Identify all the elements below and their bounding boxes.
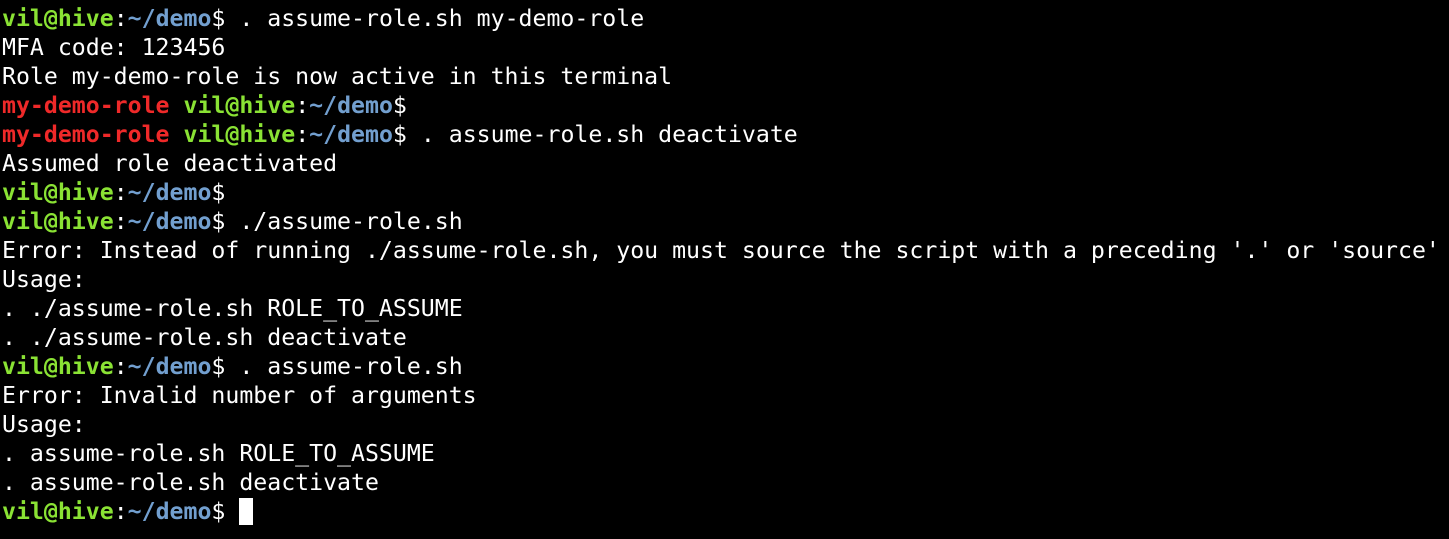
terminal-line: Role my-demo-role is now active in this … <box>2 62 1449 91</box>
prompt-user-host: vil@hive <box>2 353 114 380</box>
terminal-text: Error: Invalid number of arguments <box>2 382 477 409</box>
prompt-path: ~/demo <box>127 353 212 380</box>
terminal-line: Usage: <box>2 265 1449 294</box>
terminal-text: Usage: <box>2 411 86 438</box>
prompt-path: ~/demo <box>127 498 212 525</box>
prompt-user-host: vil@hive <box>183 92 296 119</box>
terminal-text: Error: Instead of running ./assume-role.… <box>2 237 1440 264</box>
terminal-line: Error: Invalid number of arguments <box>2 381 1449 410</box>
terminal-text: $ . assume-role.sh deactivate <box>392 121 798 148</box>
terminal-line: Assumed role deactivated <box>2 149 1449 178</box>
active-prompt-line[interactable]: vil@hive:~/demo$ <box>2 497 1449 526</box>
terminal-line: vil@hive:~/demo$ . assume-role.sh my-dem… <box>2 4 1449 33</box>
terminal-text: . assume-role.sh ROLE_TO_ASSUME <box>2 440 435 467</box>
terminal-text: : <box>113 353 128 380</box>
prompt-path: ~/demo <box>309 92 393 119</box>
prompt-user-host: vil@hive <box>2 498 114 525</box>
terminal-line: vil@hive:~/demo$ <box>2 178 1449 207</box>
terminal-text: : <box>113 208 128 235</box>
terminal-line: . ./assume-role.sh ROLE_TO_ASSUME <box>2 294 1449 323</box>
terminal-line: . assume-role.sh deactivate <box>2 468 1449 497</box>
terminal-text: : <box>113 5 128 32</box>
prompt-path: ~/demo <box>309 121 393 148</box>
terminal-text: MFA code: 123456 <box>2 34 226 61</box>
terminal-line: my-demo-role vil@hive:~/demo$ . assume-r… <box>2 120 1449 149</box>
text-cursor <box>239 498 254 525</box>
terminal-text: Role my-demo-role is now active in this … <box>2 63 673 90</box>
terminal-text: Usage: <box>2 266 86 293</box>
prompt-user-host: vil@hive <box>2 5 114 32</box>
terminal-line: Error: Instead of running ./assume-role.… <box>2 236 1449 265</box>
terminal-line: . ./assume-role.sh deactivate <box>2 323 1449 352</box>
terminal-line: vil@hive:~/demo$ ./assume-role.sh <box>2 207 1449 236</box>
terminal-line: Usage: <box>2 410 1449 439</box>
terminal-text: . ./assume-role.sh ROLE_TO_ASSUME <box>2 295 463 322</box>
prompt-user-host: vil@hive <box>183 121 296 148</box>
prompt-path: ~/demo <box>127 208 212 235</box>
terminal-text: $ <box>211 498 240 525</box>
terminal-text: $ . assume-role.sh <box>211 353 463 380</box>
terminal-text: : <box>295 92 310 119</box>
prompt-user-host: vil@hive <box>2 208 114 235</box>
terminal-text: : <box>295 121 310 148</box>
terminal-line: . assume-role.sh ROLE_TO_ASSUME <box>2 439 1449 468</box>
terminal-text: . ./assume-role.sh deactivate <box>2 324 407 351</box>
prompt-active-role: my-demo-role <box>2 92 170 119</box>
terminal-line: vil@hive:~/demo$ . assume-role.sh <box>2 352 1449 381</box>
terminal-text: $ ./assume-role.sh <box>211 208 463 235</box>
terminal-text: . assume-role.sh deactivate <box>2 469 379 496</box>
terminal-line: my-demo-role vil@hive:~/demo$ <box>2 91 1449 120</box>
terminal-output[interactable]: vil@hive:~/demo$ . assume-role.sh my-dem… <box>0 0 1449 539</box>
prompt-path: ~/demo <box>127 179 212 206</box>
terminal-line: MFA code: 123456 <box>2 33 1449 62</box>
terminal-text: $ <box>392 92 407 119</box>
terminal-text: Assumed role deactivated <box>2 150 338 177</box>
prompt-path: ~/demo <box>127 5 212 32</box>
terminal-text: $ . assume-role.sh my-demo-role <box>211 5 645 32</box>
prompt-user-host: vil@hive <box>2 179 114 206</box>
terminal-text: $ <box>211 179 226 206</box>
terminal-text: : <box>113 179 128 206</box>
prompt-active-role: my-demo-role <box>2 121 170 148</box>
terminal-text: : <box>113 498 128 525</box>
